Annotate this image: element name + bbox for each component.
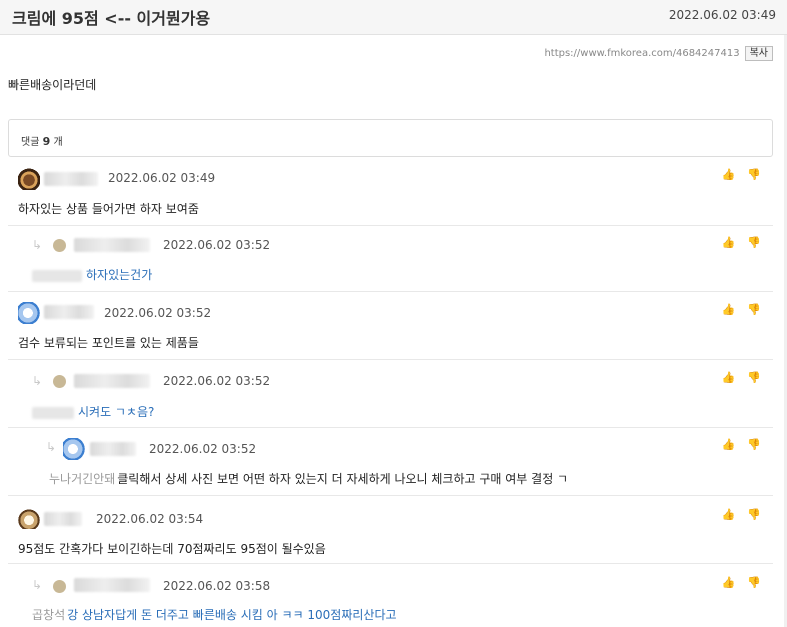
comment-text: 하자있는 상품 들어가면 하자 보여줌 xyxy=(18,202,199,216)
thumbs-down-icon[interactable]: 👎 xyxy=(747,371,761,384)
comment-mention[interactable]: 곱창석 xyxy=(32,608,65,622)
post-body: 빠른배송이라던데 xyxy=(8,78,97,92)
mention-blurred xyxy=(32,269,82,282)
comment-vote: 👍 👎 xyxy=(722,576,761,589)
thumbs-down-icon[interactable]: 👎 xyxy=(747,508,761,521)
thumbs-up-icon[interactable]: 👍 xyxy=(722,576,736,589)
comment-vote: 👍 👎 xyxy=(722,438,761,451)
comment-mention[interactable]: 누나거긴안돼 xyxy=(49,472,115,486)
comment-date: 2022.06.02 03:52 xyxy=(163,238,271,252)
thumbs-up-icon[interactable]: 👍 xyxy=(722,303,736,316)
reply-arrow-icon: ↳ xyxy=(32,374,43,388)
comment-nickname-blurred xyxy=(74,578,150,592)
comment-date: 2022.06.02 03:52 xyxy=(163,374,271,388)
dog-icon xyxy=(18,507,40,529)
thumbs-down-icon[interactable]: 👎 xyxy=(747,236,761,249)
thumbs-up-icon[interactable]: 👍 xyxy=(722,168,736,181)
comment-date: 2022.06.02 03:49 xyxy=(108,171,216,185)
comment-text: 누나거긴안돼 클릭해서 상세 사진 보면 어떤 하자 있는지 더 자세하게 나오니… xyxy=(49,470,568,487)
comment-vote: 👍 👎 xyxy=(722,508,761,521)
comment-date: 2022.06.02 03:52 xyxy=(149,442,257,456)
thumbs-down-icon[interactable]: 👎 xyxy=(747,438,761,451)
comment-nickname-blurred xyxy=(44,512,82,526)
comment-vote: 👍 👎 xyxy=(722,236,761,249)
bear-icon xyxy=(18,168,40,190)
comment-nickname-blurred xyxy=(44,172,98,186)
comment-text: 검수 보류되는 포인트를 있는 제품들 xyxy=(18,336,199,350)
comment: 2022.06.02 03:54 👍 👎 95점도 간혹가다 보이긴하는데 70… xyxy=(8,496,773,564)
post-header: 크림에 95점 <-- 이거뭔가용 2022.06.02 03:49 xyxy=(0,0,787,35)
thumbs-up-icon[interactable]: 👍 xyxy=(722,508,736,521)
comment-count-number: 9 xyxy=(42,135,51,148)
comment-text: 하자있는건가 xyxy=(32,266,152,283)
comment-vote: 👍 👎 xyxy=(722,303,761,316)
comment-nickname-blurred xyxy=(44,305,94,319)
comment-vote: 👍 👎 xyxy=(722,168,761,181)
mention-blurred xyxy=(32,406,74,419)
ghost-icon xyxy=(18,302,40,324)
comment-text-body: 강 상남자답게 돈 더주고 빠른배송 시킴 아 ㅋㅋ 100점짜리산다고 xyxy=(67,608,397,622)
default-avatar-icon xyxy=(53,375,66,388)
thumbs-down-icon[interactable]: 👎 xyxy=(747,168,761,181)
default-avatar-icon xyxy=(53,580,66,593)
comment-date: 2022.06.02 03:58 xyxy=(163,579,271,593)
thumbs-down-icon[interactable]: 👎 xyxy=(747,303,761,316)
comment-vote: 👍 👎 xyxy=(722,371,761,384)
comment-date: 2022.06.02 03:52 xyxy=(104,306,212,320)
comment-text-body: 시켜도 ㄱㅊ음? xyxy=(78,405,155,419)
comment-text: 95점도 간혹가다 보이긴하는데 70점짜리도 95점이 될수있음 xyxy=(18,542,326,556)
ghost-icon xyxy=(63,438,85,460)
comment-date: 2022.06.02 03:54 xyxy=(96,512,204,526)
reply-arrow-icon: ↳ xyxy=(46,440,57,454)
thumbs-down-icon[interactable]: 👎 xyxy=(747,576,761,589)
comment-text-body: 하자있는건가 xyxy=(86,268,153,282)
comment-nickname-blurred xyxy=(74,238,150,252)
reply-arrow-icon: ↳ xyxy=(32,238,43,252)
comment-reply: ↳ 2022.06.02 03:52 👍 👎 하자있는건가 xyxy=(8,226,773,292)
default-avatar-icon xyxy=(53,239,66,252)
thumbs-up-icon[interactable]: 👍 xyxy=(722,371,736,384)
copy-url-button[interactable]: 복사 xyxy=(744,46,773,61)
thumbs-up-icon[interactable]: 👍 xyxy=(722,236,736,249)
comment-nickname-blurred xyxy=(90,442,136,456)
thumbs-up-icon[interactable]: 👍 xyxy=(722,438,736,451)
post-url-row: https://www.fmkorea.com/4684247413 복사 xyxy=(544,46,773,61)
comment-nickname-blurred xyxy=(74,374,150,388)
comment-count-box: 댓글 9 개 xyxy=(8,119,773,157)
comment-reply: ↳ 2022.06.02 03:52 👍 👎 누나거긴안돼 클릭해서 상세 사진 … xyxy=(8,428,773,496)
comment-text: 시켜도 ㄱㅊ음? xyxy=(32,403,154,420)
comment-count-prefix: 댓글 xyxy=(21,137,40,148)
comment-reply: ↳ 2022.06.02 03:52 👍 👎 시켜도 ㄱㅊ음? xyxy=(8,360,773,428)
comment-reply: ↳ 2022.06.02 03:58 👍 👎 곱창석 강 상남자답게 돈 더주고 … xyxy=(8,564,773,627)
comment: 2022.06.02 03:52 👍 👎 검수 보류되는 포인트를 있는 제품들 xyxy=(8,292,773,360)
comment-text: 곱창석 강 상남자답게 돈 더주고 빠른배송 시킴 아 ㅋㅋ 100점짜리산다고 xyxy=(32,606,397,623)
comment-text-body: 클릭해서 상세 사진 보면 어떤 하자 있는지 더 자세하게 나오니 체크하고 … xyxy=(117,472,569,486)
comment: 2022.06.02 03:49 👍 👎 하자있는 상품 들어가면 하자 보여줌 xyxy=(8,160,773,226)
comment-count-label: 댓글 9 개 xyxy=(21,133,63,148)
comment-count-suffix: 개 xyxy=(53,137,63,148)
reply-arrow-icon: ↳ xyxy=(32,578,43,592)
post-date: 2022.06.02 03:49 xyxy=(668,8,776,22)
post-title: 크림에 95점 <-- 이거뭔가용 xyxy=(12,9,211,28)
post-url[interactable]: https://www.fmkorea.com/4684247413 xyxy=(544,48,739,59)
